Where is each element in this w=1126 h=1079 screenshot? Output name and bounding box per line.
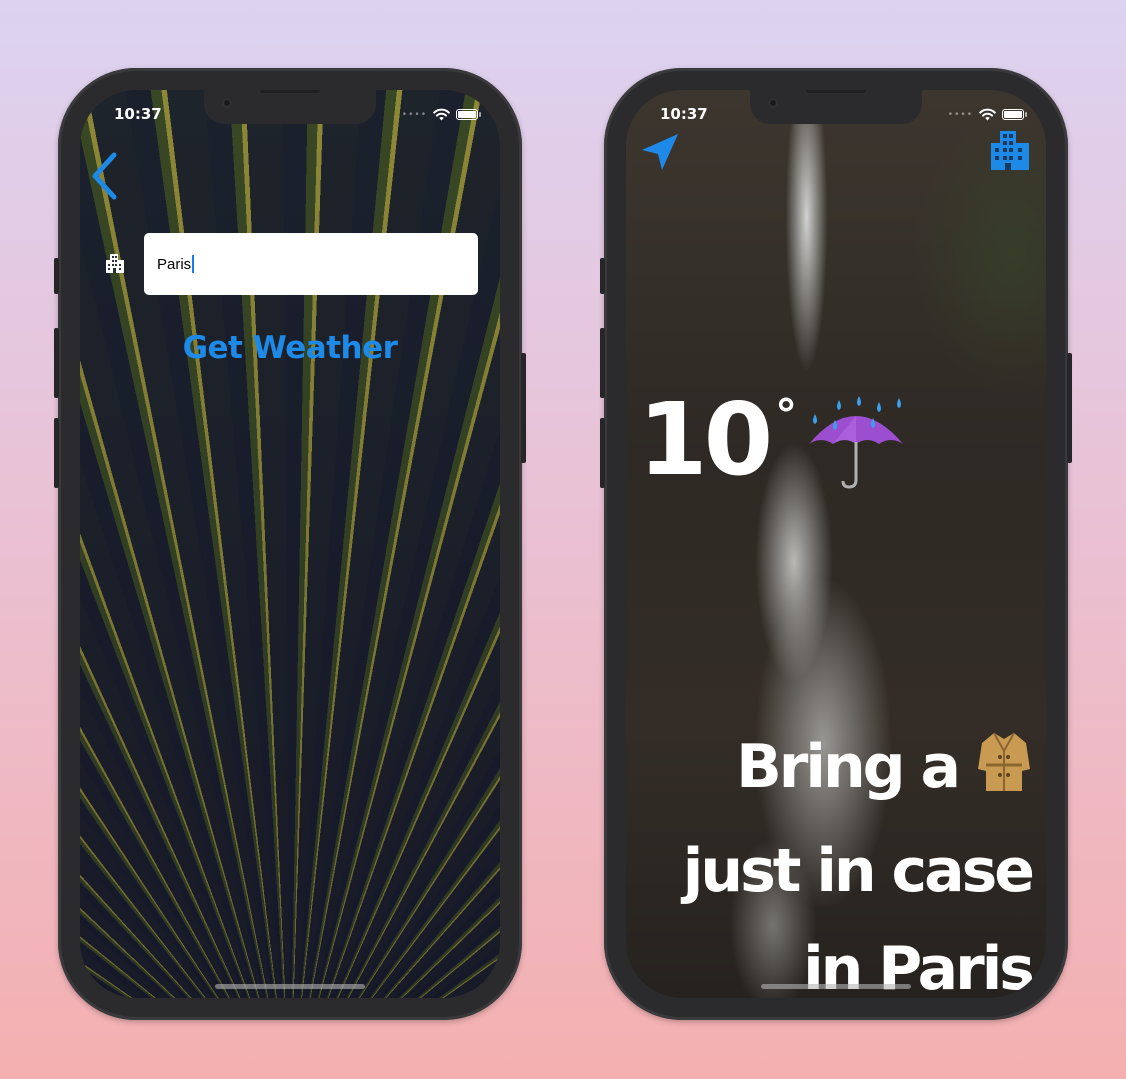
city-search-button[interactable] bbox=[988, 128, 1032, 176]
message-line-1-text: Bring a bbox=[736, 732, 961, 802]
front-camera-icon bbox=[768, 98, 778, 108]
search-screen-background: 10:37 •••• Paris Get Weather bbox=[80, 90, 500, 998]
volume-down-button bbox=[54, 418, 59, 488]
weather-screen-background: 10:37 •••• 10 ° Bring a just in case in … bbox=[626, 90, 1046, 998]
chevron-left-icon bbox=[92, 152, 117, 200]
current-location-button[interactable] bbox=[638, 130, 682, 178]
battery-icon bbox=[456, 109, 481, 120]
status-time: 10:37 bbox=[114, 105, 162, 123]
degree-symbol: ° bbox=[775, 390, 798, 441]
notch bbox=[750, 90, 922, 124]
weather-message: Bring a just in case in Paris bbox=[632, 718, 1035, 998]
notch bbox=[204, 90, 376, 124]
home-indicator[interactable] bbox=[761, 984, 911, 989]
coat-icon bbox=[976, 724, 1032, 822]
status-time: 10:37 bbox=[660, 105, 708, 123]
temperature-display: 10 ° bbox=[638, 390, 909, 496]
power-button bbox=[521, 353, 526, 463]
signal-dots-icon: •••• bbox=[401, 109, 427, 120]
phone-weather-screen: 10:37 •••• 10 ° Bring a just in case in … bbox=[600, 68, 1072, 1020]
power-button bbox=[1067, 353, 1072, 463]
home-indicator[interactable] bbox=[215, 984, 365, 989]
building-icon bbox=[991, 131, 1029, 170]
status-indicators: •••• bbox=[401, 108, 481, 121]
front-camera-icon bbox=[222, 98, 232, 108]
message-line-2: just in case bbox=[682, 836, 1035, 906]
temperature-value: 10 bbox=[638, 381, 773, 498]
back-button[interactable] bbox=[86, 150, 122, 206]
signal-dots-icon: •••• bbox=[947, 109, 973, 120]
volume-down-button bbox=[600, 418, 605, 488]
silent-switch bbox=[600, 258, 605, 294]
status-indicators: •••• bbox=[947, 108, 1027, 121]
city-search-value: Paris bbox=[157, 255, 192, 273]
battery-icon bbox=[1002, 109, 1027, 120]
wifi-icon bbox=[979, 108, 996, 121]
silent-switch bbox=[54, 258, 59, 294]
get-weather-button[interactable]: Get Weather bbox=[80, 330, 500, 366]
location-arrow-icon bbox=[642, 134, 678, 170]
building-icon bbox=[104, 252, 126, 278]
volume-up-button bbox=[54, 328, 59, 398]
wifi-icon bbox=[433, 108, 450, 121]
umbrella-with-rain-icon bbox=[803, 392, 909, 496]
volume-up-button bbox=[600, 328, 605, 398]
phone-search-screen: 10:37 •••• Paris Get Weather bbox=[54, 68, 526, 1020]
message-line-1: Bring a bbox=[632, 718, 1032, 822]
city-search-input[interactable]: Paris bbox=[144, 233, 478, 295]
text-cursor bbox=[192, 255, 194, 273]
